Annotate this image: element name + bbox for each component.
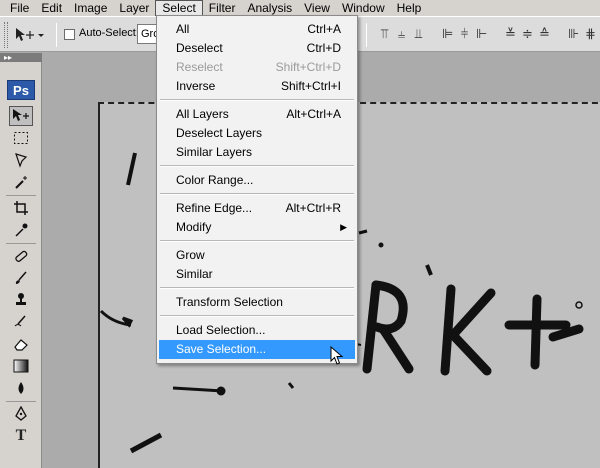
align-top-icon[interactable]: ⫪ bbox=[376, 26, 393, 44]
menu-image[interactable]: Image bbox=[68, 0, 113, 16]
eraser-tool-icon[interactable] bbox=[9, 334, 33, 354]
menu-separator bbox=[160, 287, 354, 289]
menu-item-reselect: Reselect Shift+Ctrl+D bbox=[176, 60, 341, 74]
menu-item-deselect[interactable]: Deselect Ctrl+D bbox=[159, 39, 355, 58]
menu-separator bbox=[160, 99, 354, 101]
align-right-icon[interactable]: ⊩ bbox=[473, 26, 490, 44]
mouse-cursor-icon bbox=[330, 346, 344, 365]
align-bottom-icon[interactable]: ⫫ bbox=[410, 26, 427, 44]
select-menu: All Ctrl+A Deselect Ctrl+D Reselect Shift+C… bbox=[156, 15, 358, 364]
menu-select[interactable]: Select bbox=[155, 0, 203, 16]
menu-analysis[interactable]: Analysis bbox=[241, 0, 298, 16]
menu-separator bbox=[160, 165, 354, 167]
menu-layer[interactable]: Layer bbox=[113, 0, 155, 16]
brush-tool-icon[interactable] bbox=[9, 268, 33, 288]
menu-item-all[interactable]: All Ctrl+A bbox=[159, 20, 355, 39]
auto-select-label: Auto-Select: bbox=[79, 27, 139, 39]
menu-item-refine-edge[interactable]: Refine Edge... Alt+Ctrl+R bbox=[159, 199, 355, 218]
menu-item-inverse[interactable]: Inverse Shift+Ctrl+I bbox=[159, 77, 355, 96]
auto-select-checkbox[interactable] bbox=[64, 29, 75, 40]
distribute-vcenter-icon[interactable]: ≑ bbox=[519, 26, 536, 44]
clone-stamp-icon[interactable] bbox=[9, 290, 33, 310]
move-tool-preset-icon[interactable] bbox=[14, 26, 50, 44]
menu-window[interactable]: Window bbox=[336, 0, 391, 16]
align-buttons: ⫪ ⫨ ⫫ ⊫ ⫩ ⊩ ≚ ≑ ≙ ⊪ ⋕ ⫦ bbox=[376, 26, 600, 44]
distribute-top-icon[interactable]: ≚ bbox=[502, 26, 519, 44]
distribute-bottom-icon[interactable]: ≙ bbox=[536, 26, 553, 44]
pen-tool-icon[interactable] bbox=[9, 404, 33, 424]
menu-item-transform-selection[interactable]: Transform Selection bbox=[159, 293, 355, 312]
menu-item-deselect-layers[interactable]: Deselect Layers bbox=[159, 124, 355, 143]
eyedropper-tool-icon[interactable] bbox=[9, 220, 33, 240]
photoshop-logo: Ps bbox=[7, 80, 35, 100]
crop-tool-icon[interactable] bbox=[9, 198, 33, 218]
menu-bar: File Edit Image Layer Select Filter Anal… bbox=[0, 0, 600, 16]
healing-brush-icon[interactable] bbox=[9, 246, 33, 266]
menu-edit[interactable]: Edit bbox=[35, 0, 68, 16]
align-left-icon[interactable]: ⊫ bbox=[439, 26, 456, 44]
options-separator bbox=[366, 23, 367, 47]
options-separator bbox=[56, 23, 57, 47]
magic-wand-icon[interactable] bbox=[9, 172, 33, 192]
move-tool-icon[interactable] bbox=[9, 106, 33, 126]
lasso-tool-icon[interactable] bbox=[9, 150, 33, 170]
type-tool-icon[interactable]: T bbox=[9, 426, 33, 446]
distribute-hcenter-icon[interactable]: ⋕ bbox=[582, 26, 599, 44]
menu-help[interactable]: Help bbox=[391, 0, 428, 16]
marquee-tool-icon[interactable] bbox=[9, 128, 33, 148]
menu-view[interactable]: View bbox=[298, 0, 336, 16]
menu-item-similar[interactable]: Similar bbox=[159, 265, 355, 284]
menu-item-grow[interactable]: Grow bbox=[159, 246, 355, 265]
menu-filter[interactable]: Filter bbox=[203, 0, 242, 16]
menu-item-color-range[interactable]: Color Range... bbox=[159, 171, 355, 190]
menu-separator bbox=[160, 315, 354, 317]
menu-item-save-selection[interactable]: Save Selection... bbox=[159, 340, 355, 359]
distribute-left-icon[interactable]: ⊪ bbox=[565, 26, 582, 44]
align-vcenter-icon[interactable]: ⫨ bbox=[393, 26, 410, 44]
menu-item-similar-layers[interactable]: Similar Layers bbox=[159, 143, 355, 162]
submenu-arrow-icon: ▶ bbox=[340, 222, 347, 232]
menu-item-modify[interactable]: Modify ▶ bbox=[159, 218, 355, 237]
menu-item-load-selection[interactable]: Load Selection... bbox=[159, 321, 355, 340]
menu-item-all-layers[interactable]: All Layers Alt+Ctrl+A bbox=[159, 105, 355, 124]
menu-separator bbox=[160, 240, 354, 242]
gradient-tool-icon[interactable] bbox=[9, 356, 33, 376]
align-hcenter-icon[interactable]: ⫩ bbox=[456, 26, 473, 44]
tools-panel-header[interactable]: ▸▸ bbox=[0, 53, 42, 62]
history-brush-icon[interactable] bbox=[9, 312, 33, 332]
menu-separator bbox=[160, 193, 354, 195]
blur-tool-icon[interactable] bbox=[9, 378, 33, 398]
tools-panel: Ps T bbox=[0, 62, 42, 468]
menu-file[interactable]: File bbox=[4, 0, 35, 16]
options-grip[interactable] bbox=[4, 22, 8, 48]
